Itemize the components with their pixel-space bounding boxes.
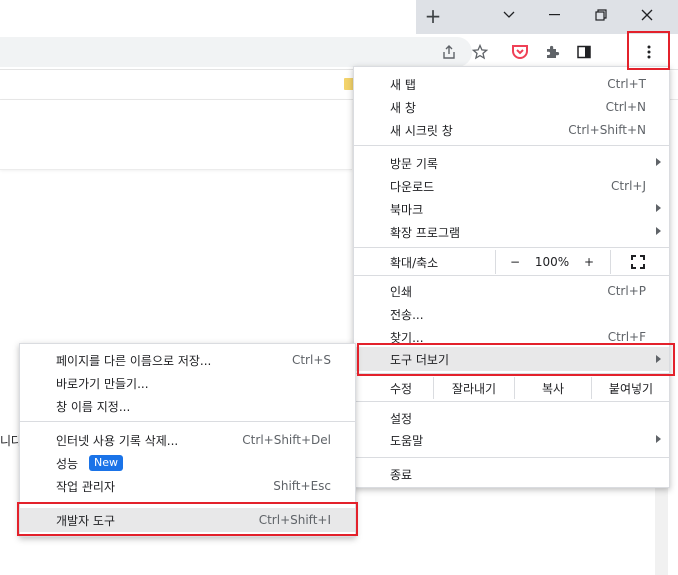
- menu-item-exit[interactable]: 종료: [354, 463, 669, 485]
- menu-item-label: 설정: [390, 411, 413, 426]
- more-vert-icon[interactable]: [637, 40, 661, 64]
- pocket-icon[interactable]: [508, 40, 532, 64]
- restore-icon[interactable]: [578, 0, 624, 30]
- zoom-level: 100%: [534, 255, 570, 269]
- menu-item-label: 바로가기 만들기...: [56, 376, 149, 391]
- submenu-item-clear-data[interactable]: 인터넷 사용 기록 삭제... Ctrl+Shift+Del: [20, 429, 355, 451]
- menu-divider: [354, 401, 669, 402]
- close-icon[interactable]: [624, 0, 670, 30]
- menu-item-shortcut: Ctrl+Shift+N: [568, 123, 646, 137]
- submenu-item-performance[interactable]: 성능 New: [20, 452, 355, 474]
- submenu-arrow-icon: [656, 204, 661, 212]
- menu-item-more-tools[interactable]: 도구 더보기: [354, 347, 669, 371]
- title-bar: +: [416, 0, 678, 34]
- zoom-divider: [610, 250, 611, 274]
- menu-item-cast[interactable]: 전송...: [354, 303, 669, 325]
- zoom-label: 확대/축소: [390, 255, 439, 270]
- edit-label: 수정: [390, 381, 413, 396]
- submenu-arrow-icon: [656, 435, 661, 443]
- menu-item-label: 인터넷 사용 기록 삭제...: [56, 433, 179, 448]
- menu-item-shortcut: Ctrl+J: [611, 179, 646, 193]
- menu-item-label: 종료: [390, 467, 413, 482]
- chevron-down-icon[interactable]: [486, 0, 532, 30]
- menu-item-label: 북마크: [390, 202, 424, 217]
- extensions-icon[interactable]: [540, 40, 564, 64]
- zoom-divider: [495, 250, 496, 274]
- zoom-out-button[interactable]: −: [504, 250, 526, 274]
- menu-item-downloads[interactable]: 다운로드 Ctrl+J: [354, 175, 669, 197]
- menu-item-extensions[interactable]: 확장 프로그램: [354, 221, 669, 243]
- menu-item-shortcut: Ctrl+Shift+I: [258, 513, 331, 527]
- menu-item-shortcut: Shift+Esc: [273, 479, 331, 493]
- menu-item-settings[interactable]: 설정: [354, 407, 669, 429]
- page-header-panel: [0, 100, 352, 170]
- browser-toolbar: [0, 34, 678, 70]
- menu-divider: [354, 373, 669, 374]
- menu-divider: [20, 502, 355, 503]
- menu-item-print[interactable]: 인쇄 Ctrl+P: [354, 280, 669, 302]
- menu-item-shortcut: Ctrl+S: [291, 353, 331, 367]
- menu-item-label: 방문 기록: [390, 156, 438, 171]
- copy-button[interactable]: 복사: [515, 377, 591, 399]
- menu-item-new-tab[interactable]: 새 탭 Ctrl+T: [354, 73, 669, 95]
- minimize-icon[interactable]: [532, 0, 578, 30]
- new-badge: New: [89, 455, 123, 471]
- menu-divider: [354, 457, 669, 458]
- fullscreen-icon[interactable]: [626, 250, 650, 274]
- paste-button[interactable]: 붙여넣기: [592, 377, 670, 399]
- menu-divider: [354, 247, 669, 248]
- submenu-arrow-icon: [656, 227, 661, 235]
- more-tools-submenu: 페이지를 다른 이름으로 저장... Ctrl+S 바로가기 만들기... 창 …: [19, 343, 356, 537]
- menu-item-label: 찾기...: [390, 330, 424, 345]
- menu-item-label: 개발자 도구: [56, 513, 116, 528]
- menu-item-label: 새 창: [390, 100, 416, 115]
- chrome-main-menu: 새 탭 Ctrl+T 새 창 Ctrl+N 새 시크릿 창 Ctrl+Shift…: [353, 66, 670, 488]
- menu-item-label: 도구 더보기: [390, 352, 450, 367]
- star-icon[interactable]: [468, 40, 492, 64]
- menu-item-new-incognito[interactable]: 새 시크릿 창 Ctrl+Shift+N: [354, 119, 669, 141]
- submenu-item-save-page[interactable]: 페이지를 다른 이름으로 저장... Ctrl+S: [20, 349, 355, 371]
- menu-item-label: 새 탭: [390, 77, 416, 92]
- submenu-item-name-window[interactable]: 창 이름 지정...: [20, 395, 355, 417]
- menu-item-shortcut: Ctrl+F: [607, 330, 646, 344]
- menu-divider: [354, 275, 669, 276]
- menu-item-label: 도움말: [390, 433, 424, 448]
- menu-item-history[interactable]: 방문 기록: [354, 152, 669, 174]
- menu-item-label: 페이지를 다른 이름으로 저장...: [56, 353, 212, 368]
- submenu-arrow-icon: [656, 355, 661, 363]
- menu-divider: [20, 421, 355, 422]
- menu-item-shortcut: Ctrl+Shift+Del: [242, 433, 331, 447]
- menu-item-label: 전송...: [390, 307, 424, 322]
- plus-icon[interactable]: +: [422, 4, 444, 28]
- menu-item-new-window[interactable]: 새 창 Ctrl+N: [354, 96, 669, 118]
- submenu-item-create-shortcut[interactable]: 바로가기 만들기...: [20, 372, 355, 394]
- menu-item-label: 확장 프로그램: [390, 225, 461, 240]
- menu-item-find[interactable]: 찾기... Ctrl+F: [354, 326, 669, 348]
- side-panel-icon[interactable]: [572, 40, 596, 64]
- menu-item-help[interactable]: 도움말: [354, 429, 669, 451]
- menu-item-shortcut: Ctrl+P: [607, 284, 646, 298]
- zoom-row: 확대/축소 − 100% +: [354, 250, 669, 274]
- menu-divider: [354, 145, 669, 146]
- edit-row: 수정 잘라내기 복사 붙여넣기: [354, 377, 669, 399]
- zoom-in-button[interactable]: +: [578, 250, 600, 274]
- menu-item-label: 작업 관리자: [56, 479, 116, 494]
- menu-item-shortcut: Ctrl+T: [607, 77, 646, 91]
- submenu-item-dev-tools[interactable]: 개발자 도구 Ctrl+Shift+I: [20, 508, 355, 532]
- cut-button[interactable]: 잘라내기: [434, 377, 514, 399]
- submenu-arrow-icon: [656, 158, 661, 166]
- address-bar[interactable]: [0, 37, 472, 67]
- menu-item-bookmarks[interactable]: 북마크: [354, 198, 669, 220]
- menu-item-label: 다운로드: [390, 179, 435, 194]
- menu-item-label: 새 시크릿 창: [390, 123, 453, 138]
- submenu-item-task-manager[interactable]: 작업 관리자 Shift+Esc: [20, 475, 355, 497]
- menu-item-shortcut: Ctrl+N: [605, 100, 646, 114]
- menu-item-label: 성능: [56, 456, 79, 471]
- menu-item-label: 인쇄: [390, 284, 413, 299]
- share-icon[interactable]: [437, 40, 461, 64]
- menu-item-label: 창 이름 지정...: [56, 399, 131, 414]
